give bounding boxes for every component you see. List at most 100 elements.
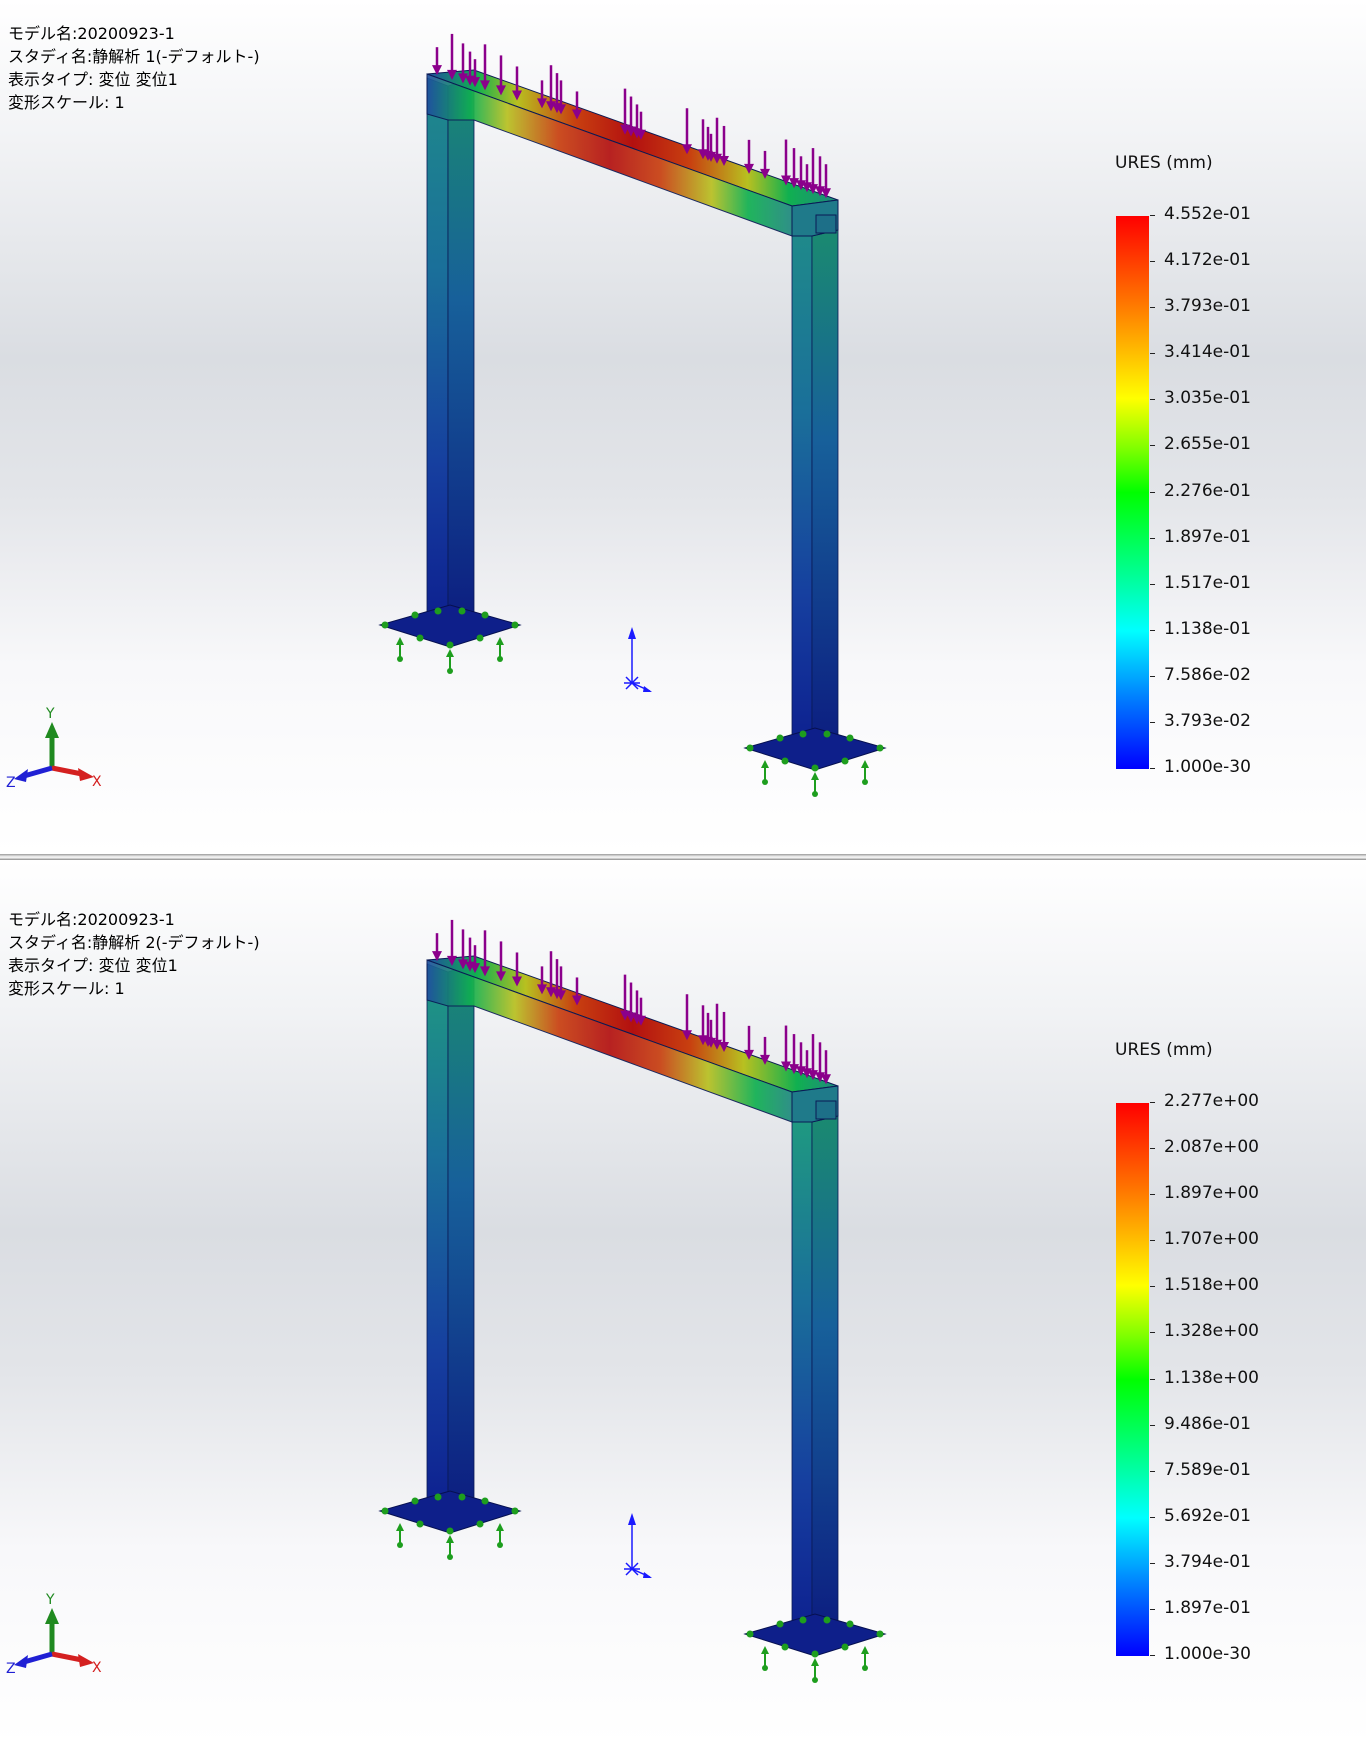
fixture-node bbox=[811, 1650, 819, 1658]
fixture-node bbox=[781, 1643, 789, 1651]
legend-tick-mark bbox=[1150, 1378, 1155, 1380]
legend-tick-mark bbox=[1150, 1516, 1155, 1518]
left-column-side bbox=[447, 963, 475, 1517]
legend-value: 1.328e+00 bbox=[1164, 1321, 1260, 1342]
legend-value: 3.793e-01 bbox=[1164, 296, 1251, 317]
study-name: スタディ名:静解析 2(-デフォルト-) bbox=[8, 933, 260, 952]
legend-value: 7.586e-02 bbox=[1164, 664, 1251, 685]
legend-tick-mark bbox=[1150, 768, 1155, 769]
legend-tick-mark bbox=[1150, 1286, 1155, 1288]
fixture-node bbox=[862, 1665, 868, 1671]
orientation-triad: Y X Z bbox=[6, 706, 102, 791]
fixture-arrow-head bbox=[761, 1646, 769, 1654]
left-column-front bbox=[426, 963, 449, 1517]
beam-top bbox=[426, 69, 839, 207]
model-name: モデル名:20200923-1 bbox=[8, 24, 175, 43]
fixture-node bbox=[381, 1507, 389, 1515]
fixture-node bbox=[862, 779, 868, 785]
left-column-side bbox=[447, 77, 475, 631]
fixture-node bbox=[776, 1620, 784, 1628]
legend-tick-mark bbox=[1150, 675, 1155, 677]
fixture-node bbox=[447, 1554, 453, 1560]
right-column-side bbox=[811, 1115, 839, 1639]
fixture-node bbox=[458, 607, 466, 615]
fixture-node bbox=[781, 757, 789, 765]
triad-x-axis bbox=[51, 1651, 83, 1663]
legend-tick-mark bbox=[1150, 1148, 1155, 1150]
deformation-scale: 変形スケール: 1 bbox=[8, 979, 125, 998]
legend-value: 1.897e+00 bbox=[1164, 1183, 1260, 1204]
fixture-node bbox=[823, 1616, 831, 1624]
fixture-arrow-head bbox=[811, 772, 819, 780]
fixture-node bbox=[811, 764, 819, 772]
triad-x-label: X bbox=[92, 774, 102, 790]
fixture-node bbox=[481, 1497, 489, 1505]
legend-tick-mark bbox=[1150, 1424, 1155, 1426]
fixture-node bbox=[416, 634, 424, 642]
reference-axis-head bbox=[628, 1513, 636, 1525]
triad-z-label: Z bbox=[6, 1661, 16, 1677]
legend-value: 1.138e-01 bbox=[1164, 618, 1251, 639]
fixture-node bbox=[476, 1520, 484, 1528]
fixture-node bbox=[411, 1497, 419, 1505]
beam-end-opening bbox=[815, 1100, 837, 1120]
triad-x-label: X bbox=[92, 1660, 102, 1676]
model-name: モデル名:20200923-1 bbox=[8, 910, 175, 929]
legend-value: 4.172e-01 bbox=[1164, 250, 1251, 271]
legend-title: URES (mm) bbox=[1115, 153, 1213, 173]
legend-value: 3.794e-01 bbox=[1164, 1551, 1251, 1572]
legend-tick-mark bbox=[1150, 307, 1155, 309]
legend-value: 3.035e-01 bbox=[1164, 388, 1251, 409]
fixture-node bbox=[762, 779, 768, 785]
orientation-triad: Y X Z bbox=[6, 1592, 102, 1677]
legend-value: 4.552e-01 bbox=[1164, 204, 1251, 224]
legend-tick-mark bbox=[1150, 1655, 1155, 1656]
legend-tick-mark bbox=[1150, 1102, 1155, 1103]
left-column-front bbox=[426, 77, 449, 631]
fixture-arrow-head bbox=[861, 1646, 869, 1654]
fixture-arrow-head bbox=[396, 1523, 404, 1531]
viewport-study-2[interactable]: Y X Z モデル名:20200923-1 スタディ名:静解析 2(-デフォルト-) 表… bbox=[0, 860, 1366, 1745]
plot-type: 表示タイプ: 変位 変位1 bbox=[8, 956, 178, 975]
fixture-arrow-head bbox=[496, 1523, 504, 1531]
fixture-node bbox=[762, 1665, 768, 1671]
legend-tick-mark bbox=[1150, 1470, 1155, 1472]
deformation-scale: 変形スケール: 1 bbox=[8, 93, 125, 112]
legend-tick-mark bbox=[1150, 215, 1155, 216]
legend-tick-mark bbox=[1150, 1332, 1155, 1334]
fixture-arrow-head bbox=[496, 637, 504, 645]
legend-value: 3.793e-02 bbox=[1164, 710, 1251, 731]
fixture-node bbox=[776, 734, 784, 742]
fixture-node bbox=[841, 1643, 849, 1651]
beam-top bbox=[426, 955, 839, 1093]
fixture-node bbox=[799, 1616, 807, 1624]
fixture-node bbox=[876, 1630, 884, 1638]
triad-z-axis bbox=[23, 1651, 53, 1665]
triad-z-head bbox=[14, 1655, 28, 1668]
fixture-node bbox=[846, 734, 854, 742]
reference-axis-head bbox=[643, 686, 652, 692]
fixture-node bbox=[434, 1493, 442, 1501]
legend-tick-mark bbox=[1150, 537, 1155, 539]
legend-tick-mark bbox=[1150, 353, 1155, 355]
fixture-node bbox=[876, 744, 884, 752]
legend-value: 1.000e-30 bbox=[1164, 1644, 1251, 1664]
triad-y-head bbox=[45, 1608, 59, 1624]
legend-value: 5.692e-01 bbox=[1164, 1505, 1251, 1526]
color-bar bbox=[1116, 216, 1149, 769]
fixture-arrow-head bbox=[446, 1535, 454, 1543]
beam-end-opening bbox=[815, 214, 837, 234]
fixture-node bbox=[511, 621, 519, 629]
fixture-node bbox=[434, 607, 442, 615]
legend-tick-mark bbox=[1150, 445, 1155, 447]
legend-tick-mark bbox=[1150, 1240, 1155, 1242]
viewport-study-1[interactable]: Y X Z モデル名:20200923-1 スタディ名:静解析 1(-デフォルト-) 表… bbox=[0, 0, 1366, 854]
fixture-node bbox=[416, 1520, 424, 1528]
legend-value: 7.589e-01 bbox=[1164, 1459, 1251, 1480]
fixture-node bbox=[447, 668, 453, 674]
fixture-arrow-head bbox=[396, 637, 404, 645]
right-column-front bbox=[791, 1115, 813, 1639]
fixture-node bbox=[812, 1677, 818, 1683]
fixture-node bbox=[397, 656, 403, 662]
triad-z-head bbox=[14, 769, 28, 782]
